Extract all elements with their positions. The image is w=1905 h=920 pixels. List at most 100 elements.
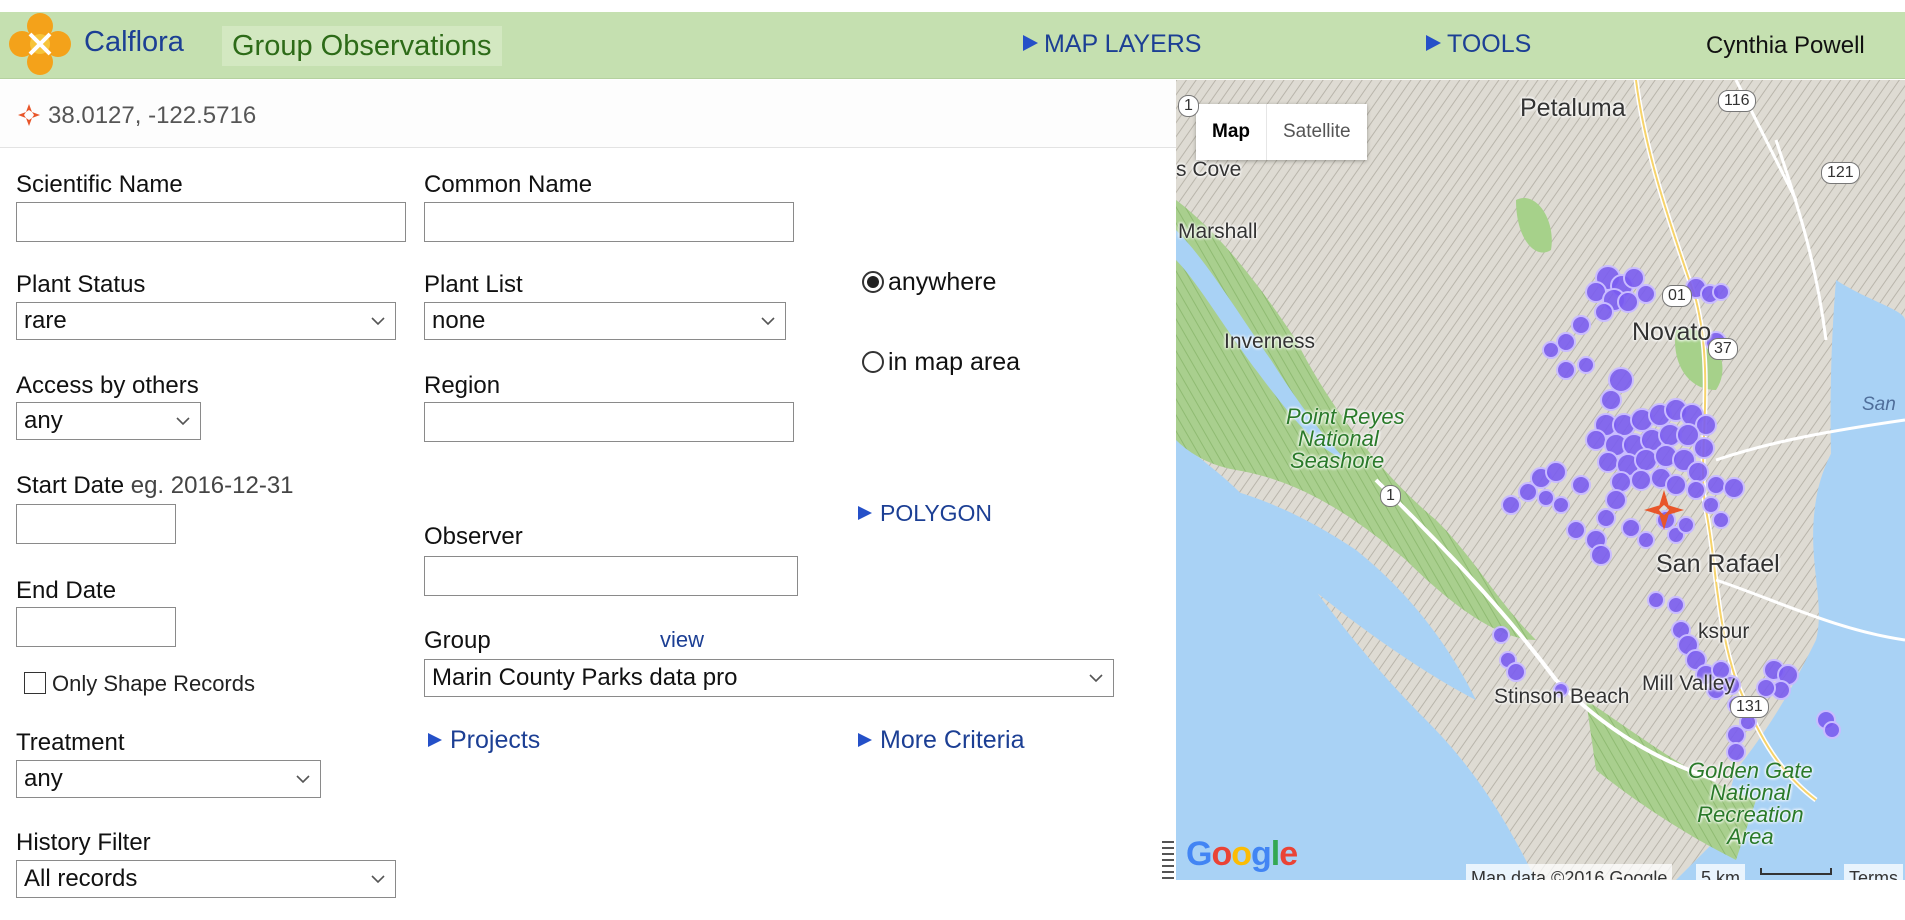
radio-unselected-icon [862,351,884,373]
route-1-shield-top: 1 [1178,95,1199,117]
plant-status-select[interactable]: rare [16,302,396,340]
region-input[interactable] [424,402,794,442]
map-label-novato: Novato [1632,318,1712,346]
start-date-label: Start Date eg. 2016-12-31 [16,472,294,500]
chevron-down-icon [761,317,775,326]
map-label-san-rafael: San Rafael [1656,550,1780,578]
map-label-point-reyes-line3: Seashore [1290,448,1385,473]
plant-list-select[interactable]: none [424,302,786,340]
route-101-shield: 01 [1662,285,1692,307]
projects-label: Projects [450,726,541,754]
map-label-point-reyes-line1: Point Reyes [1286,404,1405,429]
map-terms-link[interactable]: Terms [1844,864,1903,880]
access-label: Access by others [16,372,199,399]
group-select[interactable]: Marin County Parks data pro [424,659,1114,697]
map-label-larkspur: kspur [1698,620,1750,643]
tools-menu[interactable]: TOOLS [1426,30,1531,59]
map-type-satellite-button[interactable]: Satellite [1267,104,1367,160]
user-name[interactable]: Cynthia Powell [1706,32,1865,60]
brand-link[interactable]: Calflora [84,26,184,59]
plant-status-label: Plant Status [16,271,146,298]
map-type-map-button[interactable]: Map [1196,104,1267,160]
end-date-label: End Date [16,577,117,604]
history-filter-value: All records [24,865,138,892]
map-type-control: Map Satellite [1196,104,1367,160]
chevron-down-icon [371,875,385,884]
group-label: Group [424,627,491,654]
scientific-name-input[interactable] [16,202,406,242]
chevron-down-icon [1089,674,1103,683]
route-1-shield: 1 [1380,485,1401,507]
expand-triangle-icon [1426,35,1441,51]
search-criteria-panel: Scientific Name Common Name Plant Status… [0,149,1176,920]
map-label-point-reyes: Point Reyes National Seashore [1286,406,1405,472]
top-navigation-bar: Calflora Group Observations MAP LAYERS T… [0,12,1905,79]
common-name-input[interactable] [424,202,794,242]
access-select[interactable]: any [16,402,201,440]
map-label-golden-gate-line2: National [1710,780,1791,805]
map-label-point-reyes-line2: National [1298,426,1379,451]
route-116-shield: 116 [1718,90,1756,112]
polygon-toggle[interactable]: POLYGON [858,499,992,528]
radio-selected-icon [862,271,884,293]
group-view-link[interactable]: view [660,627,704,653]
map-label-inverness: Inverness [1224,330,1316,353]
page-title: Group Observations [222,26,502,66]
map-attribution: Map data ©2016 Google [1466,864,1673,880]
treatment-select[interactable]: any [16,760,321,798]
location-crosshair-icon [18,104,40,126]
observer-input[interactable] [424,556,798,596]
history-filter-label: History Filter [16,829,151,856]
map-label-golden-gate: Golden Gate National Recreation Area [1688,760,1813,848]
more-criteria-toggle[interactable]: More Criteria [858,726,1024,755]
only-shape-records-checkbox[interactable]: Only Shape Records [24,671,255,697]
projects-toggle[interactable]: Projects [428,726,540,755]
map-label-mill-valley: Mill Valley [1642,672,1735,695]
checkbox-unchecked-icon [24,672,46,694]
map-layers-menu[interactable]: MAP LAYERS [1023,30,1201,59]
start-date-hint: eg. 2016-12-31 [124,472,294,499]
access-value: any [24,407,63,434]
expand-triangle-icon [1023,35,1038,51]
tools-label: TOOLS [1447,30,1532,58]
coordinates-readout: 38.0127, -122.5716 [48,102,257,129]
google-logo: Google [1186,835,1298,873]
map-label-golden-gate-line3: Recreation [1697,802,1804,827]
map-label-petaluma: Petaluma [1520,94,1626,122]
route-131-shield: 131 [1730,696,1769,718]
map-label-stinson-beach: Stinson Beach [1494,685,1630,708]
map-scale-label: 5 km [1696,864,1746,880]
observations-map[interactable]: Map Satellite Petaluma s Cove Marshall I… [1176,80,1905,880]
plant-status-value: rare [24,307,67,334]
observer-label: Observer [424,523,523,550]
in-map-area-radio[interactable]: in map area [862,348,1020,377]
region-label: Region [424,372,501,399]
chevron-down-icon [176,417,190,426]
expand-triangle-icon [428,733,442,747]
route-37-shield: 37 [1708,338,1738,360]
anywhere-label: anywhere [888,268,997,296]
only-shape-records-label: Only Shape Records [52,671,255,696]
start-date-input[interactable] [16,504,176,544]
chevron-down-icon [371,317,385,326]
plant-list-label: Plant List [424,271,523,298]
panel-resize-handle[interactable] [1160,838,1176,884]
end-date-input[interactable] [16,607,176,647]
common-name-label: Common Name [424,171,593,198]
map-layers-label: MAP LAYERS [1044,30,1202,58]
plant-list-value: none [432,307,486,334]
group-value: Marin County Parks data pro [432,664,738,691]
calflora-logo-icon[interactable] [8,12,72,76]
map-label-san-pablo-bay: San [1862,394,1896,415]
map-label-marshall: Marshall [1178,220,1258,243]
scientific-name-label: Scientific Name [16,171,183,198]
history-filter-select[interactable]: All records [16,860,396,898]
treatment-value: any [24,765,63,792]
expand-triangle-icon [858,506,872,520]
route-121-shield: 121 [1821,162,1860,184]
expand-triangle-icon [858,733,872,747]
anywhere-radio[interactable]: anywhere [862,268,996,297]
more-criteria-label: More Criteria [880,726,1025,754]
polygon-label: POLYGON [880,500,993,526]
map-label-golden-gate-line4: Area [1727,824,1774,849]
